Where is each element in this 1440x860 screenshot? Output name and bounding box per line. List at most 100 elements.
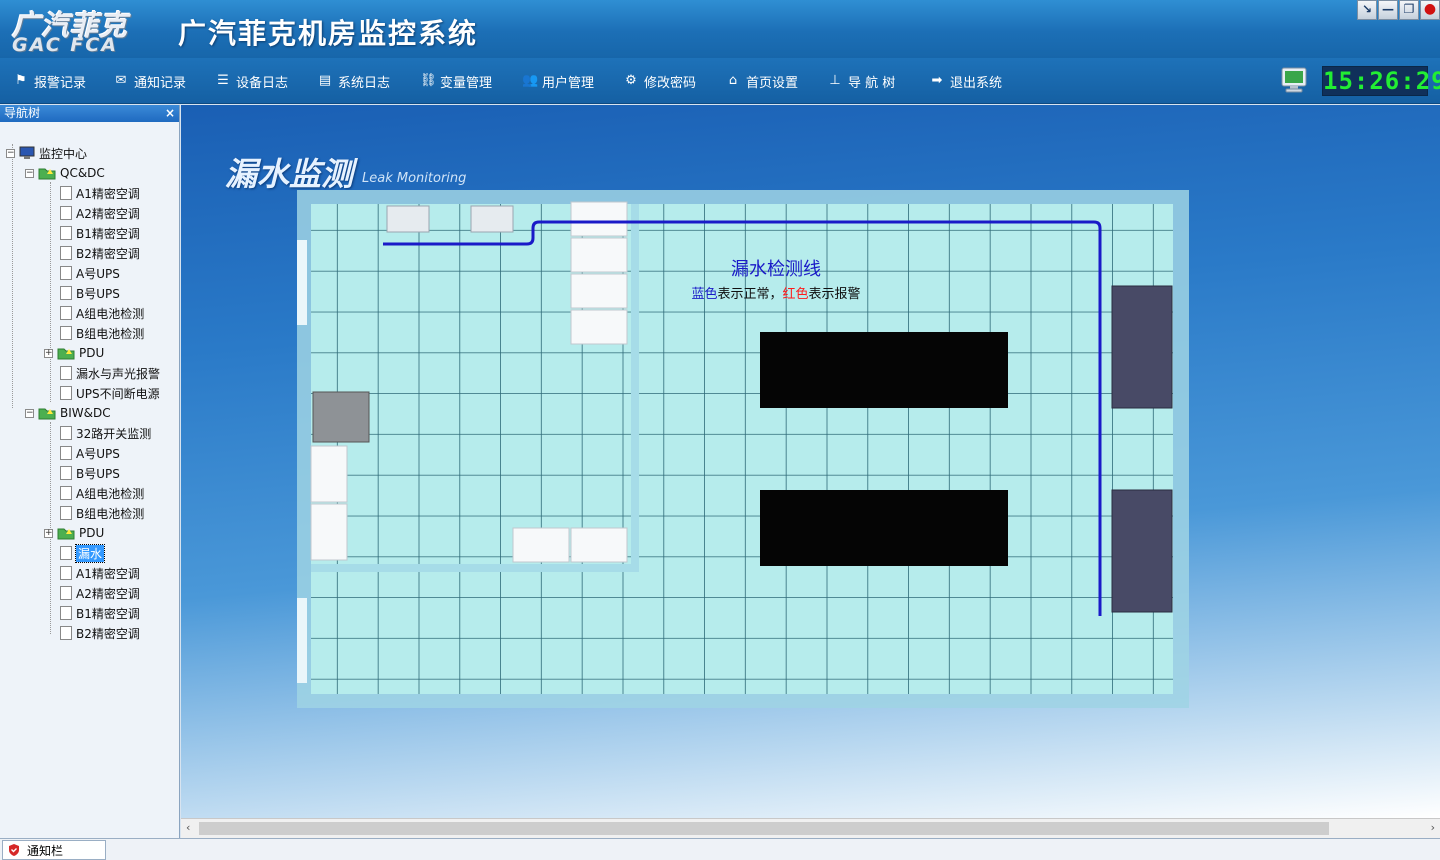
- close-button[interactable]: ●: [1420, 0, 1440, 20]
- scroll-left-icon[interactable]: ‹: [186, 821, 190, 834]
- tree-item[interactable]: B1精密空调: [60, 223, 140, 243]
- ac-unit[interactable]: [470, 205, 514, 233]
- variable-manage-button[interactable]: ⛓ 变量管理: [420, 72, 492, 91]
- door: [297, 240, 307, 325]
- expand-icon[interactable]: +: [44, 528, 53, 538]
- document-icon: [60, 186, 72, 200]
- tree-item[interactable]: B2精密空调: [60, 623, 140, 643]
- toolbar-label: 系统日志: [338, 75, 391, 91]
- tree-item[interactable]: A2精密空调: [60, 583, 140, 603]
- document-icon: [60, 626, 72, 640]
- tree-group-qcdc[interactable]: − QC&DC: [25, 163, 105, 183]
- collapse-icon[interactable]: −: [25, 168, 34, 178]
- tree-subgroup-pdu[interactable]: + PDU: [44, 523, 104, 543]
- title-bar: 广汽菲克 GAC FCA 广汽菲克机房监控系统 ↘ — ❐ ●: [0, 0, 1440, 58]
- minimize-button[interactable]: —: [1378, 0, 1398, 20]
- tree-label: BIW&DC: [60, 406, 111, 420]
- tree-root-monitor-center[interactable]: − 监控中心: [6, 143, 87, 163]
- legend: 漏水检测线 蓝色表示正常，红色表示报警: [681, 255, 871, 302]
- collapse-icon[interactable]: −: [6, 148, 15, 158]
- logo-en-text: GAC FCA: [12, 34, 118, 56]
- home-settings-button[interactable]: ⌂ 首页设置: [726, 72, 798, 91]
- restore-down-icon[interactable]: ↘: [1357, 0, 1377, 20]
- folder-icon: [57, 348, 75, 360]
- tree-item[interactable]: A号UPS: [60, 443, 120, 463]
- cabinet-white[interactable]: [310, 445, 348, 503]
- user-manage-button[interactable]: 👥 用户管理: [522, 72, 595, 91]
- alarm-records-button[interactable]: ⚑ 报警记录: [14, 72, 87, 91]
- tree-item[interactable]: A1精密空调: [60, 563, 140, 583]
- document-icon: [60, 426, 72, 440]
- toolbar-label: 用户管理: [542, 75, 595, 91]
- leak-monitoring-view: 漏水监测 Leak Monitoring 漏水检测线 蓝色表示正常，红色表示报警: [181, 105, 1440, 818]
- home-icon: ⌂: [728, 73, 738, 88]
- tree-label: QC&DC: [60, 166, 105, 180]
- computer-icon: [19, 146, 35, 159]
- maximize-button[interactable]: ❐: [1399, 0, 1419, 20]
- cabinet-white[interactable]: [570, 309, 628, 345]
- page-subtitle: Leak Monitoring: [362, 171, 467, 186]
- tree-item[interactable]: 漏水与声光报警: [60, 363, 160, 383]
- tree-item[interactable]: A号UPS: [60, 263, 120, 283]
- tree-item[interactable]: B2精密空调: [60, 243, 140, 263]
- tree-item[interactable]: B组电池检测: [60, 503, 144, 523]
- tree-item[interactable]: B组电池检测: [60, 323, 144, 343]
- nav-tree-header: 导航树 ×: [0, 105, 179, 122]
- notice-records-button[interactable]: ✉ 通知记录: [114, 72, 187, 91]
- tree-item[interactable]: B号UPS: [60, 283, 120, 303]
- tree-connector: [12, 144, 13, 408]
- toolbar-label: 通知记录: [134, 75, 187, 91]
- tree-item[interactable]: B号UPS: [60, 463, 120, 483]
- document-icon: [60, 546, 72, 560]
- scroll-right-icon[interactable]: ›: [1431, 821, 1435, 834]
- cabinet-white[interactable]: [570, 527, 628, 563]
- tree-item-selected[interactable]: 漏水: [60, 543, 106, 563]
- exit-system-button[interactable]: ➡ 退出系统: [930, 72, 1002, 91]
- expand-icon[interactable]: +: [44, 348, 53, 358]
- notification-tab[interactable]: 通知栏: [2, 840, 106, 860]
- cabinet-white[interactable]: [512, 527, 570, 563]
- cabinet-white[interactable]: [310, 503, 348, 561]
- server-rack-row[interactable]: [760, 332, 1008, 408]
- link-icon: ⛓: [420, 73, 437, 88]
- document-icon: [60, 486, 72, 500]
- tree-item[interactable]: A2精密空调: [60, 203, 140, 223]
- tree-label: PDU: [79, 526, 105, 540]
- toolbar-label: 报警记录: [34, 75, 87, 91]
- tree-item[interactable]: A组电池检测: [60, 303, 144, 323]
- cabinet-white[interactable]: [570, 273, 628, 309]
- close-icon[interactable]: ×: [165, 105, 175, 122]
- page-title: 漏水监测: [225, 155, 354, 193]
- nav-tree-button[interactable]: ⊥ 导 航 树: [828, 72, 895, 91]
- legend-red-word: 红色: [782, 287, 809, 302]
- tree-item[interactable]: 32路开关监测: [60, 423, 151, 443]
- tree-subgroup-pdu[interactable]: + PDU: [44, 343, 104, 363]
- collapse-icon[interactable]: −: [25, 408, 34, 418]
- ac-unit[interactable]: [386, 205, 430, 233]
- tree-label: B组电池检测: [76, 506, 145, 521]
- tree-item[interactable]: A组电池检测: [60, 483, 144, 503]
- tree-icon: ⊥: [829, 73, 841, 88]
- horizontal-scrollbar[interactable]: ‹ ›: [181, 818, 1440, 838]
- system-log-button[interactable]: ▤ 系统日志: [318, 72, 391, 91]
- document-icon: [60, 326, 72, 340]
- tree-group-biwdc[interactable]: − BIW&DC: [25, 403, 111, 423]
- device-log-button[interactable]: ☰ 设备日志: [216, 72, 288, 91]
- server-cabinet[interactable]: [1111, 285, 1173, 409]
- tree-label: B2精密空调: [76, 246, 140, 261]
- tree-item[interactable]: B1精密空调: [60, 603, 140, 623]
- server-cabinet[interactable]: [1111, 489, 1173, 613]
- exit-arrow-icon: ➡: [931, 73, 943, 88]
- list-icon: ☰: [217, 73, 229, 88]
- app-title: 广汽菲克机房监控系统: [178, 17, 479, 50]
- tree-item[interactable]: UPS不间断电源: [60, 383, 160, 403]
- cabinet-white[interactable]: [570, 237, 628, 273]
- change-password-button[interactable]: ⚙ 修改密码: [624, 72, 696, 91]
- cabinet-gray[interactable]: [312, 391, 370, 443]
- cabinet-white[interactable]: [570, 201, 628, 237]
- tree-item[interactable]: A1精密空调: [60, 183, 140, 203]
- tree-label: A组电池检测: [76, 306, 145, 321]
- scroll-thumb[interactable]: [199, 822, 1329, 835]
- server-rack-row[interactable]: [760, 490, 1008, 566]
- document-icon: [60, 386, 72, 400]
